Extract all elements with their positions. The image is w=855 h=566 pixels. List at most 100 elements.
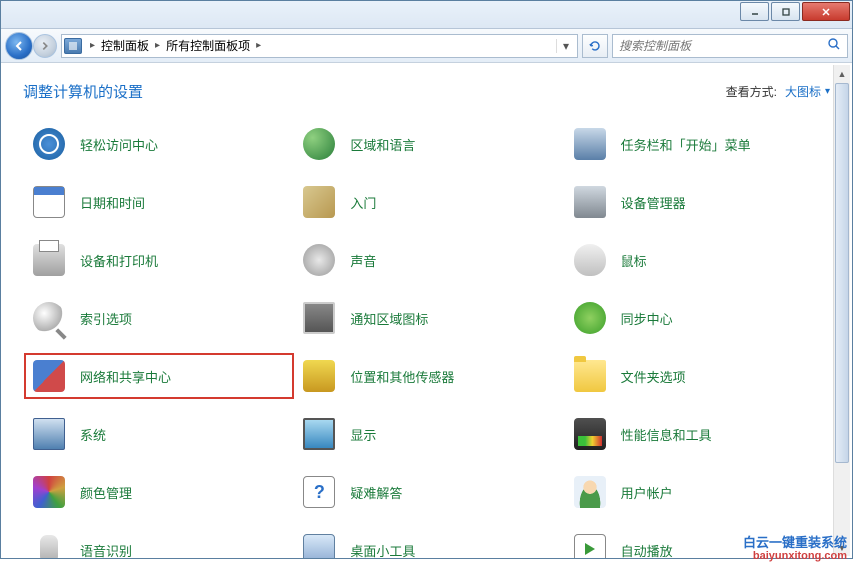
region-language-icon xyxy=(302,127,336,161)
user-accounts-icon xyxy=(573,475,607,509)
chevron-right-icon: ▸ xyxy=(252,40,265,51)
chevron-right-icon: ▸ xyxy=(86,40,99,51)
item-label: 区域和语言 xyxy=(350,135,415,154)
item-label: 位置和其他传感器 xyxy=(350,367,454,386)
sync-center-icon xyxy=(573,301,607,335)
item-ease-of-access[interactable]: 轻松访问中心 xyxy=(29,124,289,164)
items-grid: 轻松访问中心 区域和语言 任务栏和「开始」菜单日期和时间 入门 设备管理器设备和打印机 声… xyxy=(23,124,830,558)
item-device-manager[interactable]: 设备管理器 xyxy=(570,182,830,222)
scrollbar-thumb[interactable] xyxy=(835,83,849,463)
network-sharing-icon xyxy=(32,359,66,393)
item-troubleshoot[interactable]: 疑难解答 xyxy=(299,472,559,512)
maximize-button[interactable] xyxy=(771,2,800,21)
item-location-sensors[interactable]: 位置和其他传感器 xyxy=(299,356,559,396)
color-mgmt-icon xyxy=(32,475,66,509)
forward-button[interactable] xyxy=(33,34,57,58)
devices-printers-icon xyxy=(32,243,66,277)
item-label: 显示 xyxy=(350,425,376,444)
item-label: 桌面小工具 xyxy=(350,541,415,559)
item-label: 语音识别 xyxy=(80,541,132,559)
watermark-line1: 白云一键重装系统 xyxy=(743,536,847,550)
item-label: 声音 xyxy=(350,251,376,270)
item-sound[interactable]: 声音 xyxy=(299,240,559,280)
item-label: 任务栏和「开始」菜单 xyxy=(621,135,751,154)
chevron-right-icon: ▸ xyxy=(151,40,164,51)
breadcrumb-dropdown[interactable]: ▾ xyxy=(556,39,575,53)
refresh-button[interactable] xyxy=(582,34,608,58)
item-indexing[interactable]: 索引选项 xyxy=(29,298,289,338)
item-label: 颜色管理 xyxy=(80,483,132,502)
control-panel-icon xyxy=(64,38,82,54)
item-label: 设备管理器 xyxy=(621,193,686,212)
item-network-sharing[interactable]: 网络和共享中心 xyxy=(24,353,294,399)
item-label: 网络和共享中心 xyxy=(80,367,171,386)
folder-options-icon xyxy=(573,359,607,393)
item-gadgets[interactable]: 桌面小工具 xyxy=(299,530,559,558)
item-mouse[interactable]: 鼠标 xyxy=(570,240,830,280)
item-performance[interactable]: 性能信息和工具 xyxy=(570,414,830,454)
item-system[interactable]: 系统 xyxy=(29,414,289,454)
date-time-icon xyxy=(32,185,66,219)
location-sensors-icon xyxy=(302,359,336,393)
navbar: ▸ 控制面板 ▸ 所有控制面板项 ▸ ▾ xyxy=(1,29,852,63)
gadgets-icon xyxy=(302,533,336,558)
breadcrumb-seg-2[interactable]: 所有控制面板项 xyxy=(164,37,252,54)
indexing-icon xyxy=(32,301,66,335)
item-getting-started[interactable]: 入门 xyxy=(299,182,559,222)
sound-icon xyxy=(302,243,336,277)
breadcrumb-seg-1[interactable]: 控制面板 xyxy=(99,37,151,54)
view-mode-dropdown[interactable]: 大图标 xyxy=(785,83,830,100)
control-panel-window: ▸ 控制面板 ▸ 所有控制面板项 ▸ ▾ 调整计算机的设置 查看方式: 大图标 … xyxy=(0,0,853,559)
item-label: 同步中心 xyxy=(621,309,673,328)
item-label: 系统 xyxy=(80,425,106,444)
getting-started-icon xyxy=(302,185,336,219)
item-user-accounts[interactable]: 用户帐户 xyxy=(570,472,830,512)
content-area: 调整计算机的设置 查看方式: 大图标 轻松访问中心区域和语言任务栏和「开始」菜单… xyxy=(1,63,852,558)
item-date-time[interactable]: 日期和时间 xyxy=(29,182,289,222)
item-devices-printers[interactable]: 设备和打印机 xyxy=(29,240,289,280)
performance-icon xyxy=(573,417,607,451)
ease-of-access-icon xyxy=(32,127,66,161)
mouse-icon xyxy=(573,243,607,277)
troubleshoot-icon xyxy=(302,475,336,509)
search-input[interactable] xyxy=(619,39,827,53)
autoplay-icon xyxy=(573,533,607,558)
item-label: 自动播放 xyxy=(621,541,673,559)
close-button[interactable] xyxy=(802,2,850,21)
item-region-language[interactable]: 区域和语言 xyxy=(299,124,559,164)
item-notification-icons[interactable]: 通知区域图标 xyxy=(299,298,559,338)
item-sync-center[interactable]: 同步中心 xyxy=(570,298,830,338)
back-button[interactable] xyxy=(5,32,33,60)
scroll-up-icon[interactable]: ▲ xyxy=(834,65,850,82)
item-label: 入门 xyxy=(350,193,376,212)
view-mode-label: 查看方式: xyxy=(726,83,777,100)
notification-icons-icon xyxy=(302,301,336,335)
item-label: 轻松访问中心 xyxy=(80,135,158,154)
watermark-line2: baiyunxitong.com xyxy=(743,550,847,562)
item-label: 性能信息和工具 xyxy=(621,425,712,444)
item-display[interactable]: 显示 xyxy=(299,414,559,454)
watermark: 白云一键重装系统 baiyunxitong.com xyxy=(743,536,847,562)
device-manager-icon xyxy=(573,185,607,219)
item-folder-options[interactable]: 文件夹选项 xyxy=(570,356,830,396)
scrollbar[interactable]: ▲ ▼ xyxy=(833,65,850,556)
item-label: 疑难解答 xyxy=(350,483,402,502)
item-label: 文件夹选项 xyxy=(621,367,686,386)
item-taskbar-start[interactable]: 任务栏和「开始」菜单 xyxy=(570,124,830,164)
breadcrumb[interactable]: ▸ 控制面板 ▸ 所有控制面板项 ▸ ▾ xyxy=(61,34,578,58)
minimize-button[interactable] xyxy=(740,2,769,21)
speech-icon xyxy=(32,533,66,558)
system-icon xyxy=(32,417,66,451)
item-label: 用户帐户 xyxy=(621,483,673,502)
item-label: 索引选项 xyxy=(80,309,132,328)
item-label: 设备和打印机 xyxy=(80,251,158,270)
titlebar xyxy=(1,1,852,29)
item-speech[interactable]: 语音识别 xyxy=(29,530,289,558)
item-label: 鼠标 xyxy=(621,251,647,270)
item-label: 日期和时间 xyxy=(80,193,145,212)
search-icon xyxy=(827,37,841,54)
search-box[interactable] xyxy=(612,34,848,58)
display-icon xyxy=(302,417,336,451)
item-color-mgmt[interactable]: 颜色管理 xyxy=(29,472,289,512)
taskbar-start-icon xyxy=(573,127,607,161)
